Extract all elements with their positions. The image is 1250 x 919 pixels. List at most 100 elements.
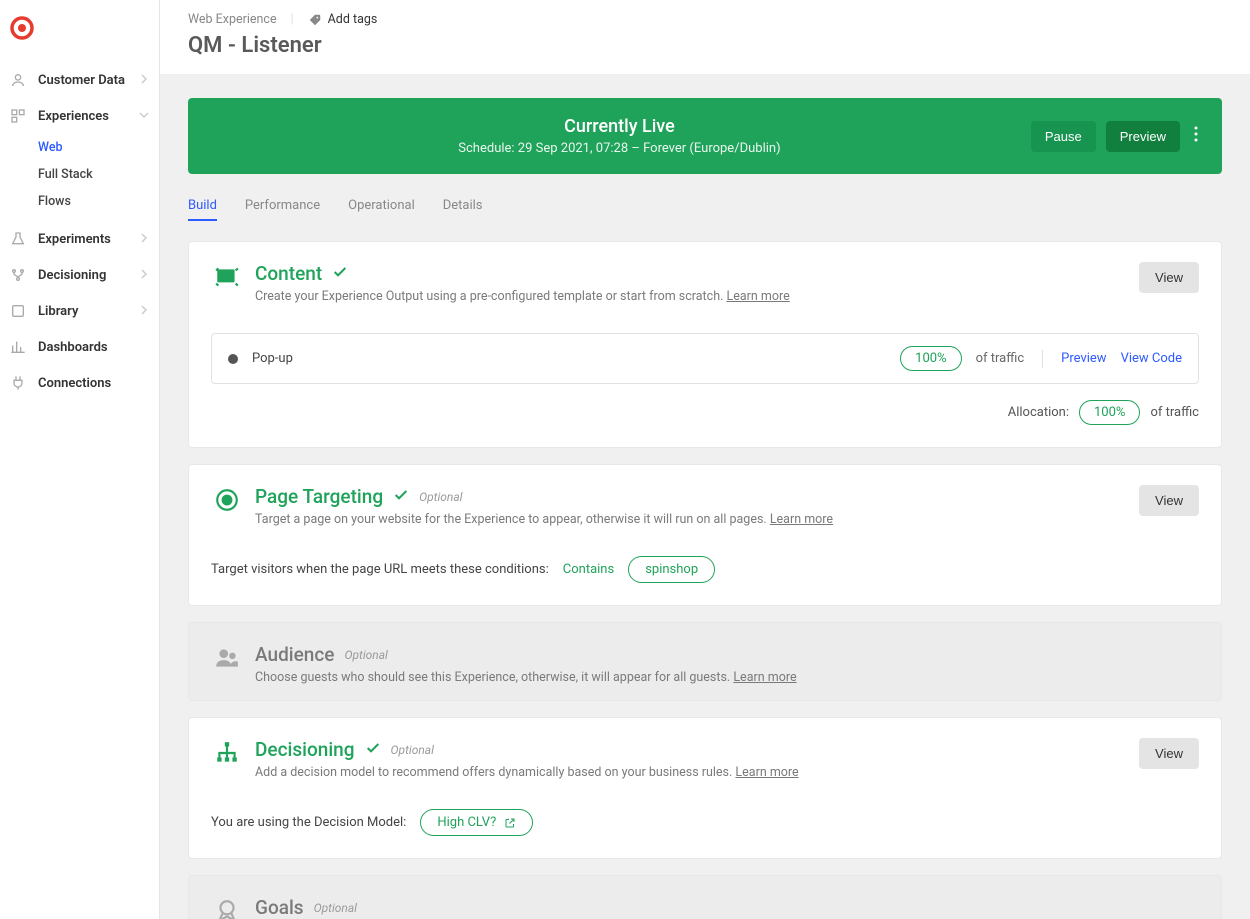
- main: Web Experience | Add tags QM - Listener …: [160, 0, 1250, 919]
- breadcrumb-divider: |: [291, 12, 294, 27]
- user-icon: [10, 72, 26, 88]
- sidebar-item-label: Dashboards: [38, 340, 108, 355]
- variant-percent: 100%: [900, 346, 961, 371]
- content-icon: [211, 264, 243, 290]
- banner-menu-button[interactable]: [1190, 122, 1202, 150]
- breadcrumb: Web Experience | Add tags: [188, 12, 1222, 27]
- sidebar-subitem-flows[interactable]: Flows: [0, 188, 159, 215]
- page-targeting-card: Page Targeting Optional Target a page on…: [188, 464, 1222, 606]
- sidebar-item-library[interactable]: Library: [0, 293, 159, 329]
- variant-row: Pop-up 100% of traffic Preview View Code: [211, 333, 1199, 384]
- tag-icon: [308, 13, 322, 27]
- breadcrumb-parent[interactable]: Web Experience: [188, 12, 277, 27]
- allocation-label: Allocation:: [1008, 405, 1069, 420]
- chevron-right-icon: [139, 73, 149, 88]
- targeting-learn-more[interactable]: Learn more: [770, 512, 833, 527]
- sidebar-subitem-full-stack[interactable]: Full Stack: [0, 161, 159, 188]
- targeting-condition-row: Target visitors when the page URL meets …: [211, 556, 1199, 583]
- sidebar-item-decisioning[interactable]: Decisioning: [0, 257, 159, 293]
- chart-icon: [10, 339, 26, 355]
- sidebar-item-label: Connections: [38, 376, 111, 391]
- branch-icon: [10, 267, 26, 283]
- chevron-right-icon: [139, 232, 149, 247]
- targeting-value-chip[interactable]: spinshop: [628, 556, 715, 583]
- variant-view-code-link[interactable]: View Code: [1121, 351, 1182, 366]
- targeting-optional: Optional: [419, 490, 462, 504]
- sidebar-item-label: Customer Data: [38, 73, 125, 88]
- pause-button[interactable]: Pause: [1031, 121, 1096, 152]
- banner-schedule: Schedule: 29 Sep 2021, 07:28 – Forever (…: [208, 141, 1031, 156]
- sidebar-item-experiments[interactable]: Experiments: [0, 221, 159, 257]
- goals-icon: [211, 898, 243, 919]
- sidebar: Customer Data Experiences Web Full Stack…: [0, 0, 160, 919]
- decision-model-row: You are using the Decision Model: High C…: [211, 809, 1199, 836]
- check-icon: [365, 740, 381, 760]
- targeting-contains-link[interactable]: Contains: [563, 562, 614, 577]
- goals-title: Goals: [255, 896, 304, 919]
- sidebar-subitem-web[interactable]: Web: [0, 134, 159, 161]
- add-tags-button[interactable]: Add tags: [308, 12, 378, 27]
- decisioning-optional: Optional: [391, 743, 434, 757]
- goals-card: Goals Optional Define the goals by which…: [188, 875, 1222, 919]
- flask-icon: [10, 231, 26, 247]
- content-learn-more[interactable]: Learn more: [726, 289, 789, 304]
- decisioning-view-button[interactable]: View: [1139, 738, 1199, 769]
- sidebar-item-label: Experiences: [38, 109, 109, 124]
- decisioning-desc: Add a decision model to recommend offers…: [255, 765, 732, 780]
- variant-dot-icon: [228, 354, 238, 364]
- check-icon: [332, 264, 348, 284]
- targeting-view-button[interactable]: View: [1139, 485, 1199, 516]
- brand-icon: [10, 16, 34, 40]
- tab-build[interactable]: Build: [188, 192, 217, 221]
- sidebar-item-label: Library: [38, 304, 78, 319]
- preview-button[interactable]: Preview: [1106, 121, 1180, 152]
- book-icon: [10, 303, 26, 319]
- page-title: QM - Listener: [188, 33, 1222, 58]
- content-card: Content Create your Experience Output us…: [188, 241, 1222, 448]
- chevron-right-icon: [139, 304, 149, 319]
- logo[interactable]: [0, 10, 159, 62]
- content-desc: Create your Experience Output using a pr…: [255, 289, 723, 304]
- tabs: Build Performance Operational Details: [188, 192, 1222, 221]
- sidebar-item-label: Decisioning: [38, 268, 106, 283]
- tab-details[interactable]: Details: [443, 192, 483, 221]
- add-tags-label: Add tags: [328, 12, 378, 27]
- decision-model-text: You are using the Decision Model:: [211, 815, 406, 830]
- decisioning-title: Decisioning: [255, 738, 355, 761]
- allocation-row: Allocation: 100% of traffic: [211, 400, 1199, 425]
- chevron-down-icon: [139, 109, 149, 124]
- banner-title: Currently Live: [208, 116, 1031, 137]
- goals-optional: Optional: [314, 901, 357, 915]
- divider: [1042, 350, 1043, 368]
- layers-icon: [10, 108, 26, 124]
- sidebar-item-label: Experiments: [38, 232, 111, 247]
- external-link-icon: [504, 817, 516, 829]
- check-icon: [393, 487, 409, 507]
- variant-preview-link[interactable]: Preview: [1061, 351, 1106, 366]
- sidebar-item-connections[interactable]: Connections: [0, 365, 159, 401]
- variant-of-traffic: of traffic: [976, 351, 1025, 366]
- content-view-button[interactable]: View: [1139, 262, 1199, 293]
- targeting-cond-text: Target visitors when the page URL meets …: [211, 562, 549, 577]
- audience-card: Audience Optional Choose guests who shou…: [188, 622, 1222, 701]
- audience-title: Audience: [255, 643, 334, 666]
- audience-icon: [211, 645, 243, 671]
- audience-optional: Optional: [344, 648, 387, 662]
- tab-performance[interactable]: Performance: [245, 192, 320, 221]
- targeting-title: Page Targeting: [255, 485, 383, 508]
- decision-model-chip[interactable]: High CLV?: [420, 809, 533, 836]
- allocation-percent: 100%: [1079, 400, 1140, 425]
- sidebar-item-experiences[interactable]: Experiences: [0, 98, 159, 134]
- targeting-desc: Target a page on your website for the Ex…: [255, 512, 767, 527]
- sidebar-item-customer-data[interactable]: Customer Data: [0, 62, 159, 98]
- sidebar-item-dashboards[interactable]: Dashboards: [0, 329, 159, 365]
- decisioning-card: Decisioning Optional Add a decision mode…: [188, 717, 1222, 859]
- tab-operational[interactable]: Operational: [348, 192, 415, 221]
- content-title: Content: [255, 262, 322, 285]
- decision-model-name: High CLV?: [437, 815, 496, 830]
- audience-desc: Choose guests who should see this Experi…: [255, 670, 730, 685]
- allocation-of-traffic: of traffic: [1150, 405, 1199, 420]
- kebab-icon: [1194, 126, 1198, 142]
- decisioning-learn-more[interactable]: Learn more: [735, 765, 798, 780]
- audience-learn-more[interactable]: Learn more: [733, 670, 796, 685]
